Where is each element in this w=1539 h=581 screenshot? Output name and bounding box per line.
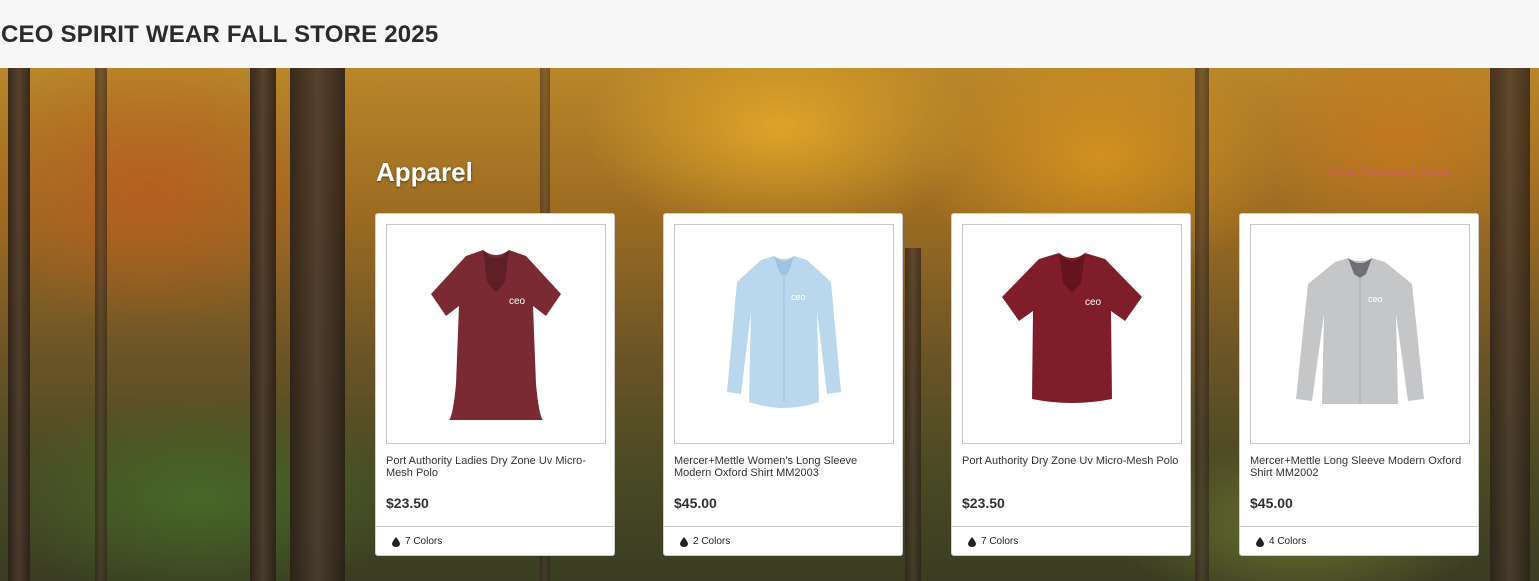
- color-count: 7 Colors: [392, 536, 442, 547]
- color-count: 7 Colors: [968, 536, 1018, 547]
- product-image[interactable]: ceo: [674, 224, 894, 444]
- svg-text:ceo: ceo: [791, 292, 806, 302]
- color-count-label: 7 Colors: [405, 536, 443, 547]
- color-drop-icon: [968, 536, 976, 547]
- product-price: $23.50: [386, 495, 429, 511]
- product-name[interactable]: Port Authority Dry Zone Uv Micro-Mesh Po…: [962, 455, 1182, 467]
- divider: [664, 526, 902, 527]
- oxford-shirt-icon: ceo: [1296, 258, 1424, 404]
- store-header: CEO SPIRIT WEAR FALL STORE 2025: [0, 0, 1539, 68]
- product-image[interactable]: ceo: [386, 224, 606, 444]
- svg-text:ceo: ceo: [1085, 297, 1102, 308]
- product-card[interactable]: ceo Mercer+Mettle Long Sleeve Modern Oxf…: [1239, 213, 1479, 556]
- store-title: CEO SPIRIT WEAR FALL STORE 2025: [1, 21, 439, 48]
- polo-shirt-icon: ceo: [431, 250, 561, 420]
- color-count-label: 7 Colors: [981, 536, 1019, 547]
- product-card[interactable]: ceo Port Authority Dry Zone Uv Micro-Mes…: [951, 213, 1191, 556]
- product-card[interactable]: ceo Mercer+Mettle Women's Long Sleeve Mo…: [663, 213, 903, 556]
- divider: [1240, 526, 1478, 527]
- product-price: $23.50: [962, 495, 1005, 511]
- svg-text:ceo: ceo: [509, 296, 526, 307]
- product-price: $45.00: [1250, 495, 1293, 511]
- divider: [952, 526, 1190, 527]
- svg-text:ceo: ceo: [1368, 294, 1383, 304]
- product-card[interactable]: ceo Port Authority Ladies Dry Zone Uv Mi…: [375, 213, 615, 556]
- product-image[interactable]: ceo: [962, 224, 1182, 444]
- color-count: 4 Colors: [1256, 536, 1306, 547]
- color-drop-icon: [680, 536, 688, 547]
- section-title: Apparel: [376, 157, 473, 187]
- view-category-link[interactable]: View Category Page: [1327, 164, 1451, 179]
- color-count: 2 Colors: [680, 536, 730, 547]
- product-image[interactable]: ceo: [1250, 224, 1470, 444]
- product-name[interactable]: Mercer+Mettle Women's Long Sleeve Modern…: [674, 455, 894, 479]
- product-name[interactable]: Mercer+Mettle Long Sleeve Modern Oxford …: [1250, 455, 1470, 479]
- color-count-label: 4 Colors: [1269, 536, 1307, 547]
- color-drop-icon: [1256, 536, 1264, 547]
- polo-shirt-icon: ceo: [1002, 253, 1142, 403]
- product-name[interactable]: Port Authority Ladies Dry Zone Uv Micro-…: [386, 455, 606, 479]
- oxford-shirt-icon: ceo: [727, 255, 841, 408]
- color-count-label: 2 Colors: [693, 536, 731, 547]
- color-drop-icon: [392, 536, 400, 547]
- divider: [376, 526, 614, 527]
- product-price: $45.00: [674, 495, 717, 511]
